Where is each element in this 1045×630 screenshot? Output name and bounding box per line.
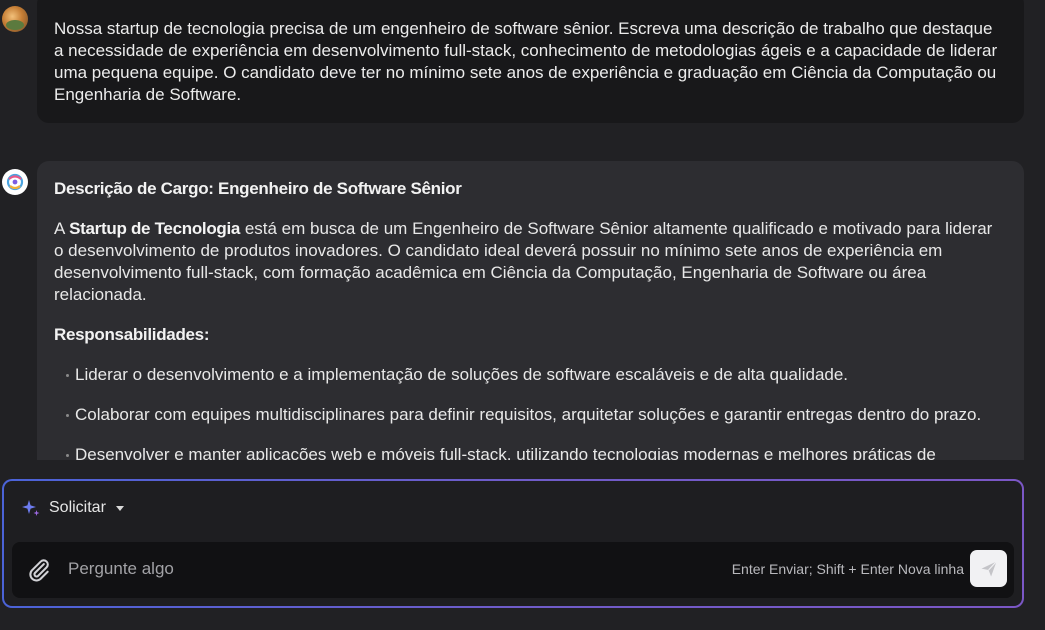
mode-label: Solicitar (49, 499, 106, 516)
user-message-text: Nossa startup de tecnologia precisa de u… (54, 19, 998, 104)
composer: Solicitar Enter Enviar; Shift + Enter No… (2, 479, 1024, 608)
paperclip-icon[interactable] (26, 557, 52, 583)
list-item: Colaborar com equipes multidisciplinares… (66, 404, 1006, 426)
prompt-input[interactable] (66, 556, 666, 582)
send-icon (981, 560, 997, 576)
user-avatar (2, 6, 28, 32)
input-row: Enter Enviar; Shift + Enter Nova linha (12, 542, 1014, 598)
responsibilities-list: Liderar o desenvolvimento e a implementa… (54, 364, 1006, 460)
send-button[interactable] (970, 550, 1007, 587)
user-message: Nossa startup de tecnologia precisa de u… (37, 0, 1024, 123)
list-item: Liderar o desenvolvimento e a implementa… (66, 364, 1006, 386)
list-item: Desenvolver e manter aplicações web e mó… (66, 444, 1006, 460)
mode-selector[interactable]: Solicitar (21, 497, 124, 519)
company-name: Startup de Tecnologia (69, 219, 241, 238)
intro-prefix: A (54, 219, 70, 238)
assistant-logo-icon (2, 169, 28, 195)
intro-paragraph: A Startup de Tecnologia está em busca de… (54, 218, 1006, 306)
chat-area: Nossa startup de tecnologia precisa de u… (0, 0, 1045, 460)
keyboard-hint: Enter Enviar; Shift + Enter Nova linha (731, 561, 964, 577)
responsibilities-heading: Responsabilidades: (54, 325, 210, 344)
sparkle-icon (22, 500, 40, 516)
assistant-message: Descrição de Cargo: Engenheiro de Softwa… (37, 161, 1024, 460)
job-title-heading: Descrição de Cargo: Engenheiro de Softwa… (54, 179, 462, 198)
chevron-down-icon (115, 505, 124, 511)
